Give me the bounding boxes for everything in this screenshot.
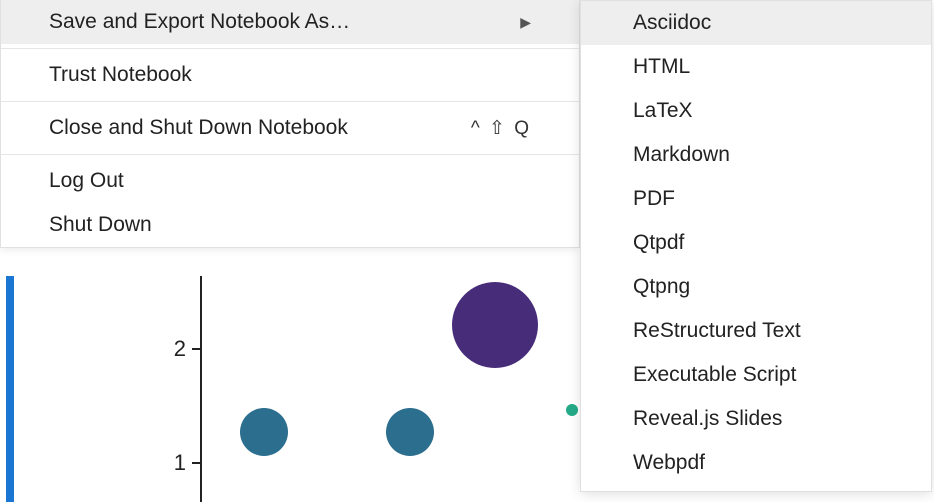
menu-divider — [1, 154, 579, 155]
y-tick-label: 2 — [156, 336, 186, 362]
export-option-qtpng[interactable]: Qtpng — [581, 265, 931, 309]
y-tick — [192, 348, 202, 350]
submenu-arrow-icon: ▶ — [520, 14, 531, 31]
data-point — [386, 408, 434, 456]
data-point — [240, 408, 288, 456]
export-option-pdf[interactable]: PDF — [581, 177, 931, 221]
menu-item-label: Trust Notebook — [49, 63, 192, 87]
submenu-item-label: Qtpng — [633, 275, 690, 298]
export-option-webpdf[interactable]: Webpdf — [581, 441, 931, 485]
file-menu: Save and Export Notebook As… ▶ Trust Not… — [0, 0, 580, 248]
menu-item-label: Log Out — [49, 169, 124, 193]
y-tick — [192, 462, 202, 464]
menu-item-label: Close and Shut Down Notebook — [49, 116, 348, 140]
submenu-item-label: Markdown — [633, 143, 730, 166]
submenu-item-label: Asciidoc — [633, 11, 711, 34]
scatter-chart: 2 1 — [30, 276, 578, 502]
submenu-item-label: ReStructured Text — [633, 319, 801, 342]
submenu-item-label: Executable Script — [633, 363, 796, 386]
submenu-item-label: PDF — [633, 187, 675, 210]
export-option-latex[interactable]: LaTeX — [581, 89, 931, 133]
y-tick-label: 1 — [156, 450, 186, 476]
menu-item-label: Save and Export Notebook As… — [49, 10, 350, 34]
export-option-markdown[interactable]: Markdown — [581, 133, 931, 177]
submenu-item-label: Webpdf — [633, 451, 705, 474]
submenu-item-label: Qtpdf — [633, 231, 684, 254]
export-submenu: Asciidoc HTML LaTeX Markdown PDF Qtpdf Q… — [580, 0, 932, 492]
menu-item-trust-notebook[interactable]: Trust Notebook — [1, 53, 579, 97]
submenu-item-label: LaTeX — [633, 99, 693, 122]
export-option-executable-script[interactable]: Executable Script — [581, 353, 931, 397]
menu-item-shut-down[interactable]: Shut Down — [1, 203, 579, 247]
export-option-asciidoc[interactable]: Asciidoc — [581, 1, 931, 45]
menu-divider — [1, 48, 579, 49]
cell-selection-bar — [6, 276, 14, 502]
data-point — [452, 282, 538, 368]
keyboard-shortcut: ^ ⇧ Q — [471, 117, 531, 140]
menu-item-close-shutdown[interactable]: Close and Shut Down Notebook ^ ⇧ Q — [1, 106, 579, 150]
y-axis — [200, 276, 202, 502]
export-option-html[interactable]: HTML — [581, 45, 931, 89]
submenu-item-label: Reveal.js Slides — [633, 407, 782, 430]
notebook-output-area: 2 1 — [0, 276, 580, 502]
menu-divider — [1, 101, 579, 102]
menu-item-label: Shut Down — [49, 213, 152, 237]
export-option-qtpdf[interactable]: Qtpdf — [581, 221, 931, 265]
submenu-item-label: HTML — [633, 55, 690, 78]
menu-item-save-export[interactable]: Save and Export Notebook As… ▶ — [1, 0, 579, 44]
data-point — [566, 404, 578, 416]
menu-item-log-out[interactable]: Log Out — [1, 159, 579, 203]
export-option-revealjs-slides[interactable]: Reveal.js Slides — [581, 397, 931, 441]
export-option-restructured-text[interactable]: ReStructured Text — [581, 309, 931, 353]
